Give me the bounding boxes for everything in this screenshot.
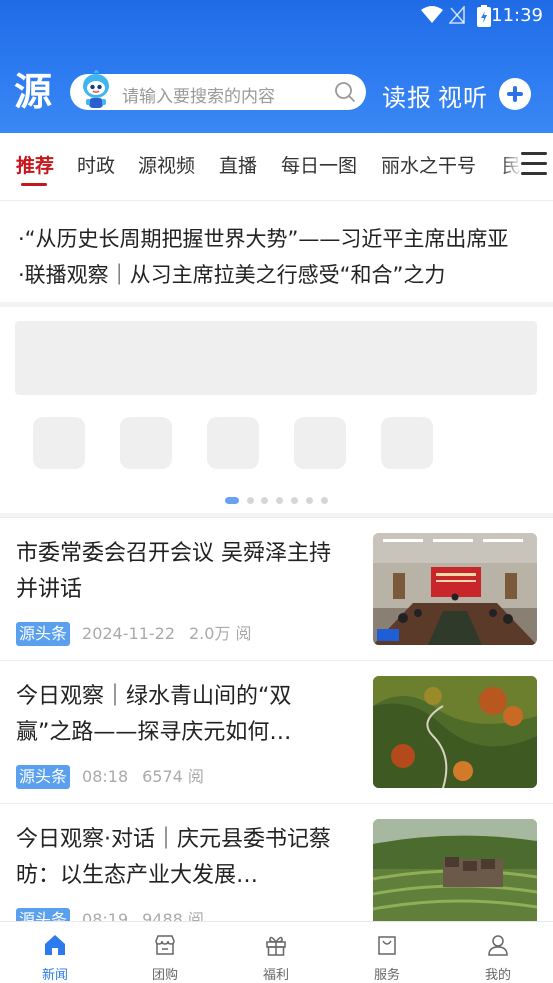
headline-item[interactable]: ·联播观察｜从习主席拉美之行感受“和合”之力: [18, 259, 445, 289]
news-views: 2.0万 阅: [189, 624, 252, 643]
news-time: 08:18: [82, 767, 129, 786]
nav-label: 新闻: [41, 968, 68, 983]
pager-dot: [306, 497, 313, 504]
nav-label: 福利: [262, 968, 289, 983]
nav-label: 服务: [373, 968, 400, 983]
quick-entry-placeholder[interactable]: [294, 417, 346, 469]
banner-area: [0, 307, 553, 513]
tab-recommend[interactable]: 推荐: [16, 151, 54, 178]
news-thumbnail[interactable]: [373, 676, 537, 788]
nav-group-buy[interactable]: 团购: [110, 922, 220, 983]
pager-dot: [276, 497, 283, 504]
news-views: 6574 阅: [142, 767, 204, 786]
channel-tabs: 推荐 时政 源视频 直播 每日一图 丽水之干号 民: [0, 133, 553, 197]
news-list-item[interactable]: 市委常委会召开会议 吴舜泽主持并讲话 源头条 2024-11-22 2.0万 阅: [0, 517, 553, 660]
battery-icon: [477, 5, 491, 27]
banner-placeholder[interactable]: [15, 321, 537, 395]
pager-dot: [321, 497, 328, 504]
home-icon: [45, 935, 65, 955]
search-icon[interactable]: [334, 81, 356, 103]
bottom-nav: 新闻 团购 福利 服务 我的: [0, 921, 553, 983]
status-time: 11:39: [491, 5, 543, 26]
news-thumbnail[interactable]: [373, 533, 537, 645]
pager-dot: [247, 497, 254, 504]
add-button[interactable]: [499, 78, 531, 110]
headline-ticker: ·“从历史长周期把握世界大势”——习近平主席出席亚 ·联播观察｜从习主席拉美之行…: [0, 200, 553, 302]
search-input[interactable]: 请输入要搜索的内容: [122, 82, 275, 107]
wifi-icon: [421, 6, 443, 23]
tab-daily-picture[interactable]: 每日一图: [281, 151, 357, 178]
news-title[interactable]: 今日观察·对话｜庆元县委书记蔡昉：以生态产业大发展…: [16, 822, 346, 894]
search-bar[interactable]: 请输入要搜索的内容: [70, 70, 366, 110]
nav-welfare[interactable]: 福利: [221, 922, 331, 983]
active-tab-indicator: [21, 183, 47, 186]
app-logo: 源: [14, 69, 53, 114]
news-meta: 源头条 08:18 6574 阅: [16, 763, 204, 789]
quick-entry-placeholder[interactable]: [33, 417, 85, 469]
tab-live[interactable]: 直播: [219, 151, 257, 178]
news-title[interactable]: 今日观察｜绿水青山间的“双赢”之路——探寻庆元如何…: [16, 679, 346, 751]
tab-lishui[interactable]: 丽水之干号: [381, 151, 476, 178]
news-meta: 源头条 2024-11-22 2.0万 阅: [16, 620, 252, 646]
user-icon: [488, 935, 508, 956]
mascot-icon: [83, 70, 109, 108]
gift-icon: [266, 936, 286, 956]
source-badge: 源头条: [16, 765, 71, 789]
news-title[interactable]: 市委常委会召开会议 吴舜泽主持并讲话: [16, 536, 346, 608]
shop-icon: [155, 935, 175, 955]
nav-news[interactable]: 新闻: [0, 922, 110, 983]
news-time: 2024-11-22: [82, 624, 175, 643]
nav-services[interactable]: 服务: [332, 922, 442, 983]
news-thumbnail[interactable]: [373, 819, 537, 931]
status-bar: 11:39: [0, 0, 553, 34]
quick-entry-placeholder[interactable]: [381, 417, 433, 469]
nav-profile[interactable]: 我的: [443, 922, 553, 983]
read-newspaper-link[interactable]: 读报: [382, 78, 432, 113]
menu-icon[interactable]: [521, 152, 547, 176]
signal-icon: [449, 6, 465, 24]
pager-dot: [291, 497, 298, 504]
nav-label: 团购: [151, 968, 178, 983]
top-header: 11:39 源 请输入要搜索的内容 读报 视听: [0, 0, 553, 133]
tab-politics[interactable]: 时政: [77, 151, 115, 178]
pager-dot: [225, 497, 239, 504]
audio-video-link[interactable]: 视听: [438, 78, 488, 113]
quick-entry-placeholder[interactable]: [120, 417, 172, 469]
headline-item[interactable]: ·“从历史长周期把握世界大势”——习近平主席出席亚: [18, 223, 508, 253]
app-root: 11:39 源 请输入要搜索的内容 读报 视听 推荐 时政 源视频 直播 每日一…: [0, 0, 553, 983]
pager-dot: [261, 497, 268, 504]
source-badge: 源头条: [16, 622, 71, 646]
quick-entry-placeholder[interactable]: [207, 417, 259, 469]
bag-icon: [378, 936, 396, 955]
nav-label: 我的: [484, 968, 511, 983]
tab-video[interactable]: 源视频: [138, 151, 195, 178]
news-list-item[interactable]: 今日观察｜绿水青山间的“双赢”之路——探寻庆元如何… 源头条 08:18 6574 …: [0, 660, 553, 803]
